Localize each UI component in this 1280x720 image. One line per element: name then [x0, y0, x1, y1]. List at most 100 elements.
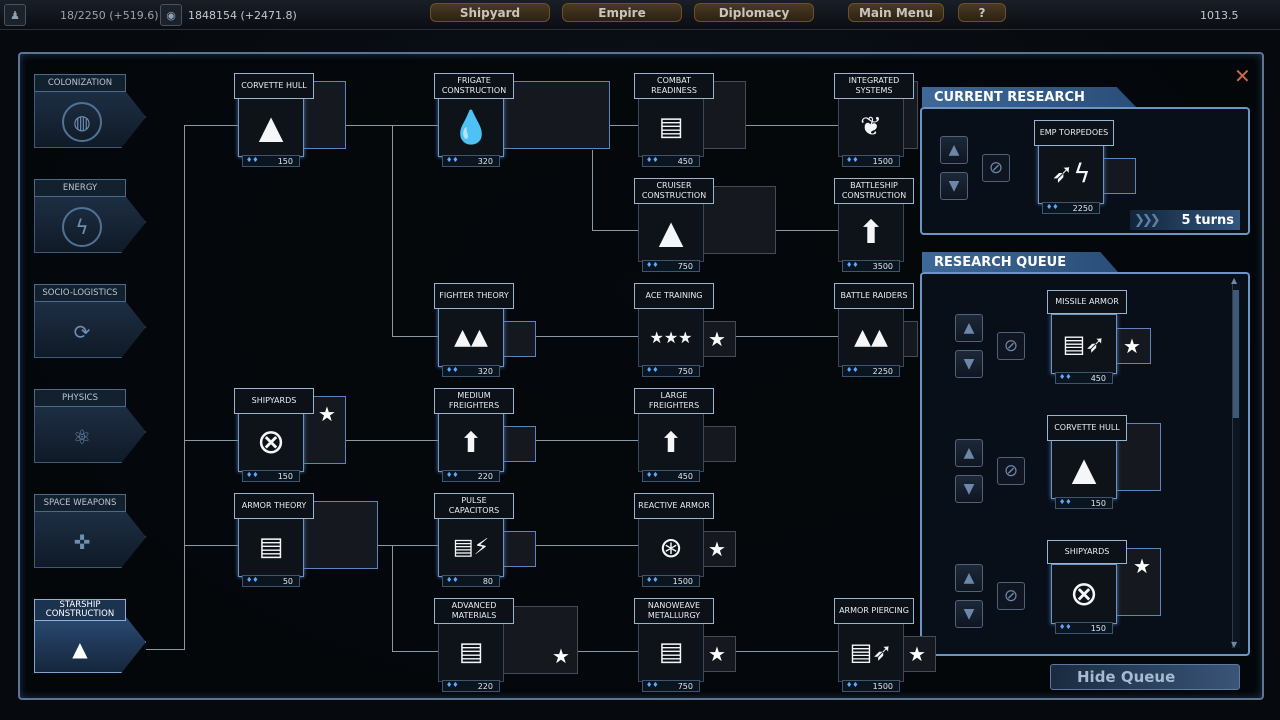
- tech-cost: 2250: [842, 365, 900, 377]
- tech-reactive-armor[interactable]: ★ REACTIVE ARMOR ⊛ 1500: [634, 493, 736, 589]
- torpedo-lightning-icon: ➶ϟ: [1051, 159, 1091, 189]
- queue-down-button[interactable]: ▼: [955, 475, 983, 503]
- tech-frigate-construction[interactable]: FRIGATE CONSTRUCTION 💧 320: [434, 73, 610, 169]
- tech-shipyards[interactable]: ★ SHIPYARDS ⊗ 150: [234, 388, 346, 484]
- tech-integrated-systems[interactable]: INTEGRATED SYSTEMS ❦ 1500: [834, 73, 918, 169]
- tech-fighter-theory[interactable]: FIGHTER THEORY ▲▲ 320: [434, 283, 536, 379]
- tree-connector: [536, 545, 638, 546]
- close-icon[interactable]: ✕: [1234, 64, 1251, 88]
- diplomacy-button[interactable]: Diplomacy: [694, 3, 814, 22]
- tech-armor-theory[interactable]: ARMOR THEORY ▤ 50: [234, 493, 378, 589]
- star-icon: ★: [908, 642, 926, 666]
- category-energy[interactable]: ENERGY ϟ: [34, 179, 146, 259]
- arrow-down-icon: ▼: [948, 178, 960, 194]
- scroll-up-icon[interactable]: ▲: [1231, 276, 1237, 285]
- freighter-icon: ⬆: [659, 425, 683, 459]
- tech-cost: 220: [442, 680, 500, 692]
- tree-connector: [736, 336, 838, 337]
- tech-title: CRUISER CONSTRUCTION: [634, 178, 714, 204]
- tech-ace-training[interactable]: ★ ACE TRAINING ★★★ 750: [634, 283, 736, 379]
- queue-up-button[interactable]: ▲: [955, 314, 983, 342]
- tech-title: MEDIUM FREIGHTERS: [434, 388, 514, 414]
- tree-connector: [392, 545, 393, 651]
- tech-cost: 450: [642, 155, 700, 167]
- scroll-down-icon[interactable]: ▼: [1231, 640, 1237, 649]
- tech-battleship-construction[interactable]: BATTLESHIP CONSTRUCTION ⬆ 3500: [834, 178, 914, 274]
- tech-pulse-capacitors[interactable]: PULSE CAPACITORS ▤⚡ 80: [434, 493, 536, 589]
- star-icon: ★: [318, 402, 336, 426]
- tech-nanoweave-metallurgy[interactable]: ★ NANOWEAVE METALLURGY ▤ 750: [634, 598, 736, 694]
- main-menu-button[interactable]: Main Menu: [848, 3, 944, 22]
- move-down-button[interactable]: ▼: [940, 172, 968, 200]
- money-value: 1848154 (+2471.8): [188, 8, 297, 22]
- star-icon: ★: [708, 537, 726, 561]
- queue-down-button[interactable]: ▼: [955, 350, 983, 378]
- tech-title: EMP TORPEDOES: [1034, 120, 1114, 146]
- help-button[interactable]: ?: [958, 3, 1006, 22]
- shipyard-gear-icon: ⊗: [1069, 574, 1099, 614]
- queue-cancel-button[interactable]: ⊘: [997, 332, 1025, 360]
- category-physics[interactable]: PHYSICS ⚛: [34, 389, 146, 469]
- tech-title: BATTLE RAIDERS: [834, 283, 914, 309]
- queue-item-corvette-hull[interactable]: CORVETTE HULL ▲ 150: [1047, 415, 1161, 511]
- frigate-icon: 💧: [451, 108, 491, 146]
- queue-scrollbar-thumb[interactable]: [1233, 290, 1239, 418]
- population-value: 18/2250 (+519.6): [60, 8, 159, 22]
- armor-plate-icon: ▤: [458, 637, 484, 667]
- population-icon: ♟: [4, 4, 26, 26]
- fighter-icon: ▲▲: [454, 324, 488, 350]
- queue-cancel-button[interactable]: ⊘: [997, 582, 1025, 610]
- population-resource: ♟ 18/2250 (+519.6): [4, 3, 158, 27]
- tech-armor-piercing[interactable]: ★ ARMOR PIERCING ▤➶ 1500: [834, 598, 936, 694]
- category-socio-logistics[interactable]: SOCIO-LOGISTICS ⟳: [34, 284, 146, 364]
- category-colonization[interactable]: COLONIZATION ◍: [34, 74, 146, 154]
- tech-large-freighters[interactable]: LARGE FREIGHTERS ⬆ 450: [634, 388, 736, 484]
- tech-combat-readiness[interactable]: COMBAT READINESS ▤ 450: [634, 73, 746, 169]
- tree-connector: [536, 336, 638, 337]
- star-icon: ★: [708, 642, 726, 666]
- category-label: SOCIO-LOGISTICS: [34, 284, 126, 302]
- tech-cruiser-construction[interactable]: CRUISER CONSTRUCTION ▲ 750: [634, 178, 776, 274]
- queue-down-button[interactable]: ▼: [955, 600, 983, 628]
- queue-item-missile-armor[interactable]: ★ MISSILE ARMOR ▤➶ 450: [1047, 290, 1151, 386]
- tech-corvette-hull[interactable]: CORVETTE HULL ▲ 150: [234, 73, 346, 169]
- current-research-tech[interactable]: EMP TORPEDOES ➶ϟ 2250: [1034, 120, 1136, 216]
- tech-advanced-materials[interactable]: ★ ADVANCED MATERIALS ▤ 220: [434, 598, 578, 694]
- tech-cost: 80: [442, 575, 500, 587]
- tech-cost: 150: [1055, 497, 1113, 509]
- queue-item-shipyards[interactable]: ★ SHIPYARDS ⊗ 150: [1047, 540, 1161, 636]
- tech-title: ARMOR THEORY: [234, 493, 314, 519]
- category-space-weapons[interactable]: SPACE WEAPONS ✜: [34, 494, 146, 574]
- tech-cost: 450: [1055, 372, 1113, 384]
- tree-connector: [184, 125, 185, 650]
- credits-value: 1013.5: [1200, 8, 1239, 22]
- queue-up-button[interactable]: ▲: [955, 439, 983, 467]
- empire-button[interactable]: Empire: [562, 3, 682, 22]
- queue-up-button[interactable]: ▲: [955, 564, 983, 592]
- colonization-icon: ◍: [62, 102, 102, 142]
- tech-cost: 450: [642, 470, 700, 482]
- tech-title: MISSILE ARMOR: [1047, 290, 1127, 314]
- corvette-icon: ▲: [1071, 450, 1097, 488]
- category-starship-construction[interactable]: STARSHIP CONSTRUCTION ▲: [34, 599, 146, 679]
- tech-title: FIGHTER THEORY: [434, 283, 514, 309]
- move-up-button[interactable]: ▲: [940, 136, 968, 164]
- tech-medium-freighters[interactable]: MEDIUM FREIGHTERS ⬆ 220: [434, 388, 536, 484]
- arrow-up-icon: ▲: [948, 142, 960, 158]
- turns-text: 5 turns: [1181, 212, 1234, 228]
- hide-queue-button[interactable]: Hide Queue: [1050, 664, 1240, 690]
- tech-title: CORVETTE HULL: [234, 73, 314, 99]
- category-label: COLONIZATION: [34, 74, 126, 92]
- shipyard-button[interactable]: Shipyard: [430, 3, 550, 22]
- category-label: STARSHIP CONSTRUCTION: [34, 599, 126, 621]
- tech-cost: 1500: [642, 575, 700, 587]
- star-icon: ★: [708, 327, 726, 351]
- cancel-research-button[interactable]: ⊘: [982, 154, 1010, 182]
- tech-cost: 320: [442, 155, 500, 167]
- turns-remaining: ❯❯❯ 5 turns: [1130, 210, 1240, 230]
- lightning-icon: ϟ: [62, 207, 102, 247]
- queue-cancel-button[interactable]: ⊘: [997, 457, 1025, 485]
- ships-icon: ▲: [72, 637, 88, 661]
- tech-battle-raiders[interactable]: BATTLE RAIDERS ▲▲ 2250: [834, 283, 918, 379]
- tech-title: ADVANCED MATERIALS: [434, 598, 514, 624]
